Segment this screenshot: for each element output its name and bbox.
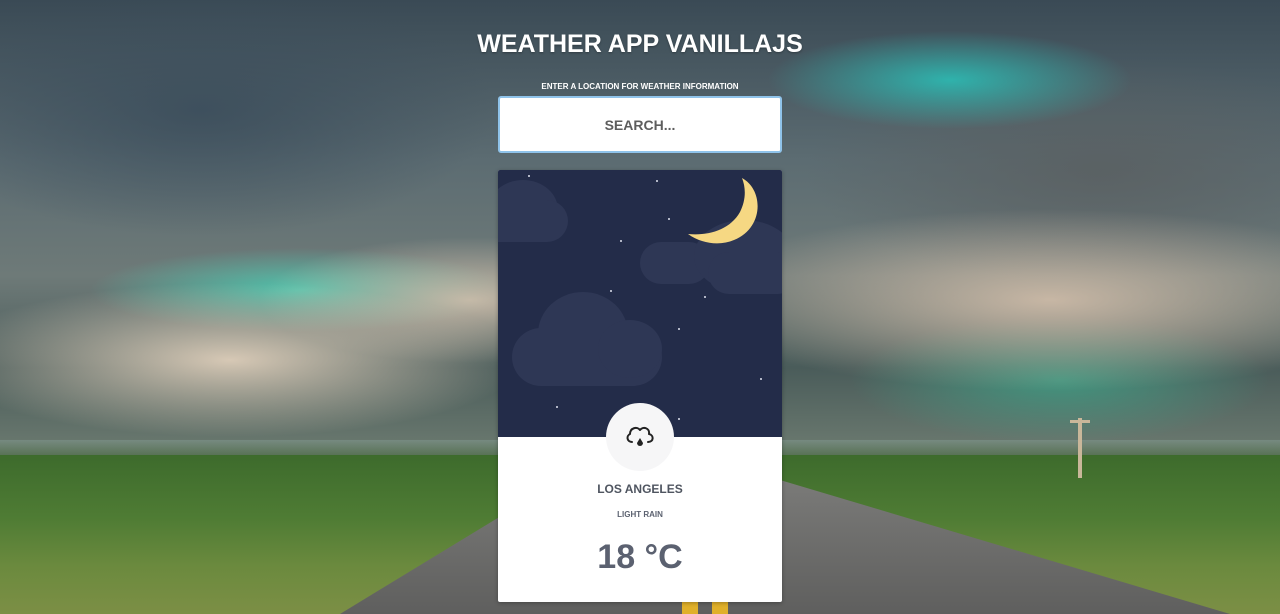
- star: [678, 418, 680, 420]
- moon-icon: [688, 178, 758, 244]
- night-scene: [498, 170, 782, 437]
- weather-card: LOS ANGELES LIGHT RAIN 18 °C: [498, 170, 782, 602]
- star: [610, 290, 612, 292]
- star: [678, 328, 680, 330]
- star: [556, 406, 558, 408]
- weather-icon-badge: [606, 403, 674, 471]
- star: [760, 378, 762, 380]
- app-title: WEATHER APP VANILLAJS: [477, 30, 803, 58]
- search-label: ENTER A LOCATION FOR WEATHER INFORMATION: [541, 82, 739, 91]
- star: [656, 180, 658, 182]
- city-name: LOS ANGELES: [597, 482, 683, 496]
- utility-pole: [1078, 418, 1082, 478]
- star: [620, 240, 622, 242]
- cloud-shape: [708, 252, 782, 294]
- cloud-shape: [498, 200, 568, 242]
- temperature: 18 °C: [597, 538, 683, 576]
- star: [528, 175, 530, 177]
- star: [704, 296, 706, 298]
- star: [668, 218, 670, 220]
- weather-condition: LIGHT RAIN: [617, 510, 663, 519]
- search-input[interactable]: [498, 96, 782, 153]
- cloud-shape: [598, 320, 662, 378]
- utility-pole-crossbar: [1070, 420, 1090, 423]
- cloud-rain-icon: [626, 426, 654, 446]
